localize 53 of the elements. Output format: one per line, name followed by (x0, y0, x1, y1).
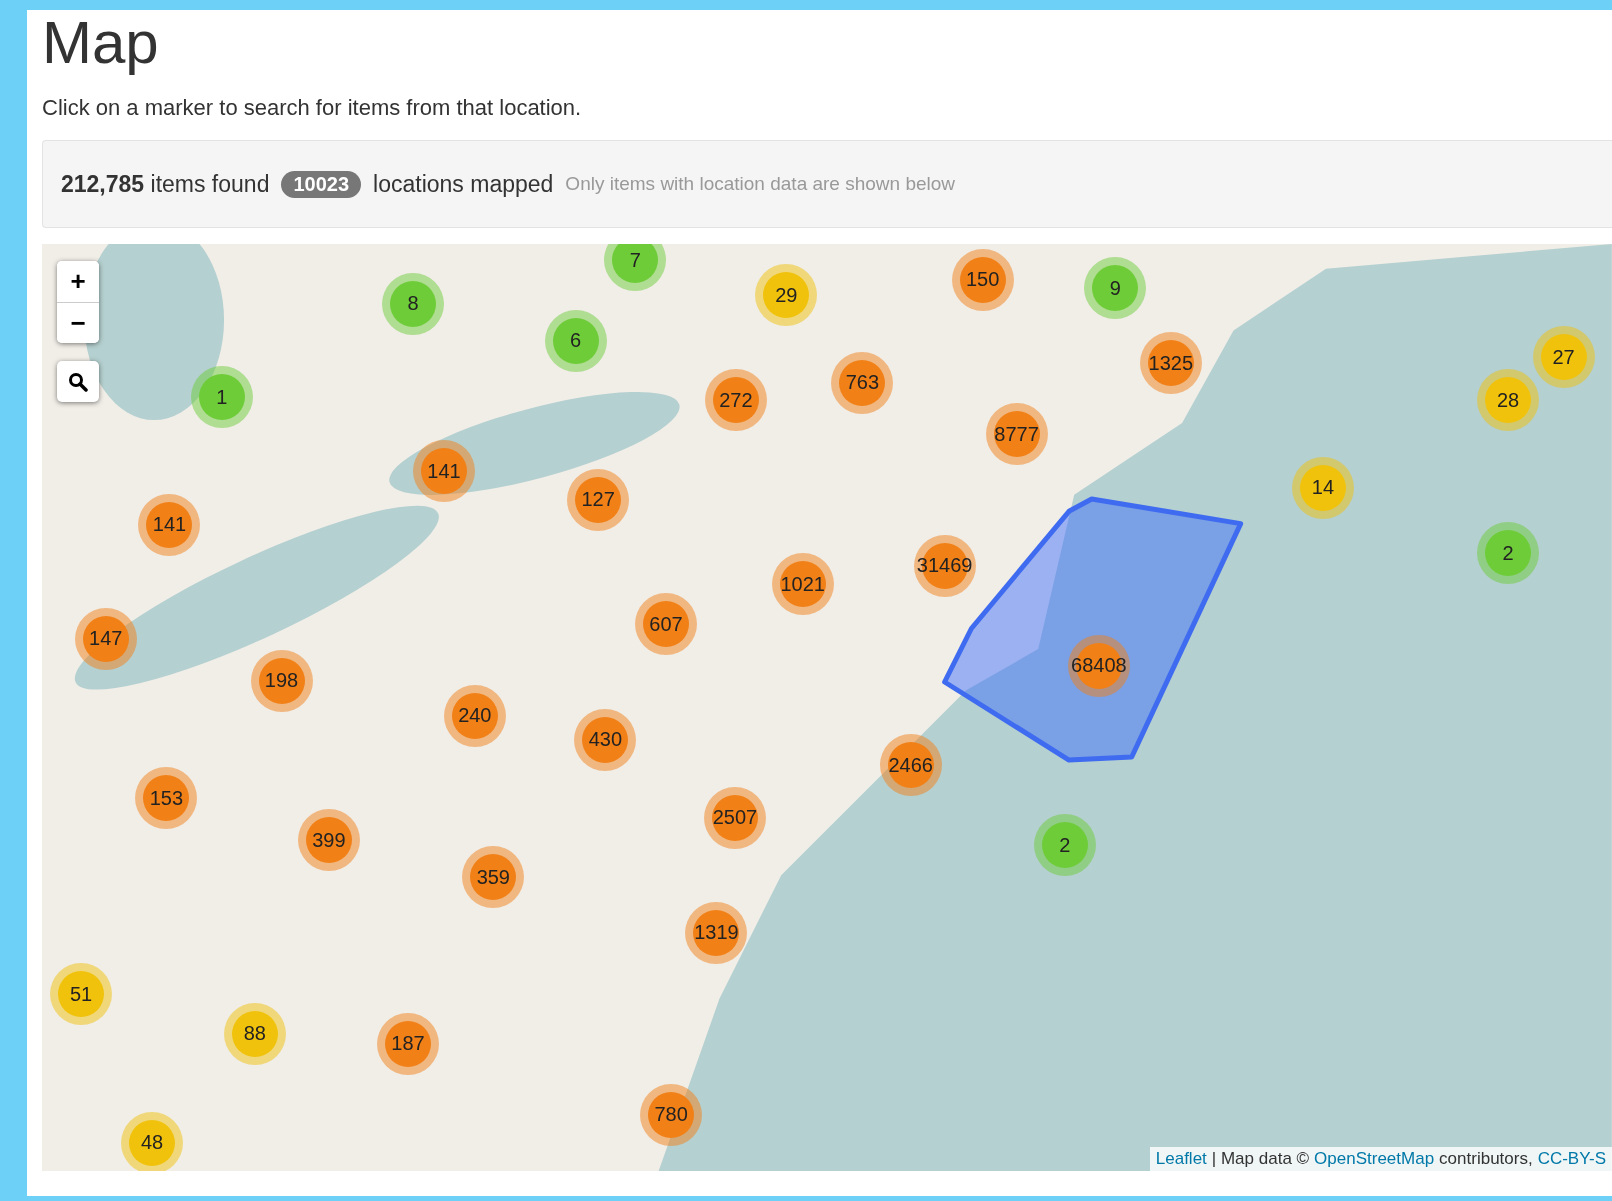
cluster-marker[interactable]: 1 (190, 366, 253, 429)
search-icon (68, 371, 88, 392)
cluster-marker[interactable]: 2507 (703, 786, 766, 849)
intro-text: Click on a marker to search for items from that location. (42, 95, 583, 121)
cluster-marker[interactable]: 31469 (913, 534, 976, 597)
search-button[interactable] (57, 361, 99, 402)
cluster-marker[interactable]: 2466 (879, 734, 942, 797)
cluster-marker[interactable]: 1021 (771, 553, 834, 616)
cluster-marker[interactable]: 68408 (1067, 634, 1130, 697)
location-note-text: Only items with location data are shown below (565, 173, 956, 195)
cluster-marker[interactable]: 780 (640, 1083, 703, 1146)
page-title: Map (42, 10, 160, 75)
cluster-marker[interactable]: 763 (831, 351, 894, 414)
cluster-marker[interactable]: 14 (1291, 456, 1354, 519)
cluster-marker[interactable]: 150 (951, 248, 1014, 311)
cluster-marker[interactable]: 27 (1532, 326, 1595, 389)
cluster-marker[interactable]: 240 (443, 684, 506, 747)
cluster-marker[interactable]: 187 (377, 1012, 439, 1075)
cluster-marker[interactable]: 2 (1477, 522, 1539, 585)
cluster-marker[interactable]: 1325 (1139, 332, 1202, 395)
cluster-marker[interactable]: 48 (121, 1111, 183, 1171)
cluster-marker[interactable]: 147 (74, 607, 137, 670)
locations-mapped-text: locations mapped (373, 170, 554, 198)
cluster-marker[interactable]: 7 (604, 244, 667, 292)
cluster-marker[interactable]: 51 (50, 963, 113, 1026)
cluster-marker[interactable]: 2 (1033, 814, 1096, 877)
cluster-marker[interactable]: 198 (250, 649, 313, 712)
cluster-marker[interactable]: 153 (135, 767, 198, 830)
cluster-marker[interactable]: 6 (544, 309, 607, 372)
cluster-marker[interactable]: 607 (635, 593, 698, 656)
cluster-marker[interactable]: 1319 (685, 901, 748, 964)
cluster-marker[interactable]: 127 (567, 469, 630, 531)
cluster-marker[interactable]: 28 (1477, 369, 1539, 432)
locations-count-badge: 10023 (281, 170, 362, 198)
cluster-marker[interactable]: 399 (297, 809, 360, 872)
cluster-marker[interactable]: 8 (382, 272, 445, 335)
cluster-marker[interactable]: 29 (755, 264, 818, 327)
cluster-marker[interactable]: 359 (462, 846, 525, 909)
cluster-marker[interactable]: 141 (412, 440, 475, 503)
cluster-marker[interactable]: 141 (138, 493, 201, 556)
attribution-link[interactable]: CC-BY-S (1537, 1149, 1606, 1169)
attribution-text: | Map data © (1211, 1149, 1310, 1169)
zoom-out-button[interactable]: − (57, 302, 99, 343)
cluster-marker[interactable]: 9 (1084, 257, 1147, 320)
attribution-link[interactable]: OpenStreetMap (1314, 1149, 1435, 1169)
attribution-text: contributors, (1439, 1149, 1533, 1169)
items-found-text: 212,785 items found (61, 170, 270, 198)
cluster-marker[interactable]: 272 (704, 369, 767, 432)
cluster-marker[interactable]: 8777 (985, 403, 1048, 466)
cluster-marker[interactable]: 88 (223, 1002, 286, 1065)
attribution-link[interactable]: Leaflet (1155, 1149, 1207, 1169)
cluster-marker[interactable]: 430 (574, 708, 637, 771)
zoom-in-button[interactable]: + (57, 261, 99, 302)
